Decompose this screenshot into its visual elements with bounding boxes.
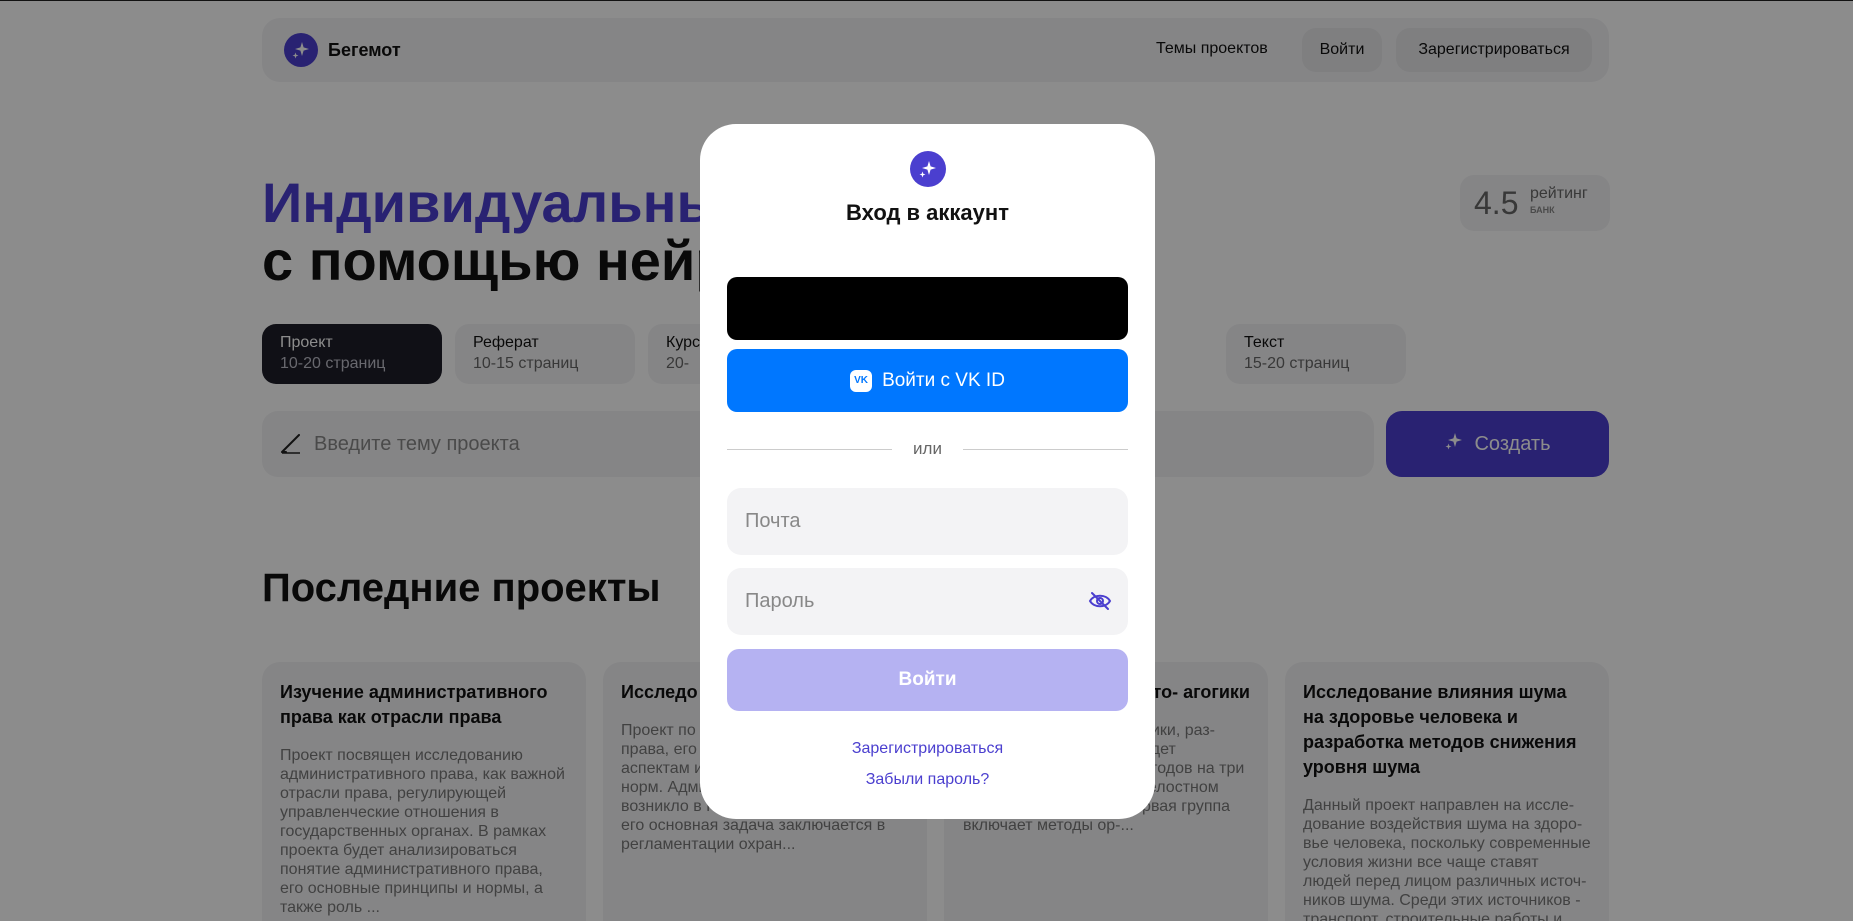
vk-login-label: Войти с VK ID — [882, 369, 1005, 391]
email-field[interactable]: Почта — [727, 488, 1128, 555]
login-submit-button[interactable]: Войти — [727, 649, 1128, 711]
divider-line-right — [963, 449, 1128, 450]
login-modal: Вход в аккаунт VK Войти с VK ID или Почт… — [700, 124, 1155, 819]
forgot-password-link[interactable]: Забыли пароль? — [700, 771, 1155, 789]
register-link[interactable]: Зарегистрироваться — [700, 740, 1155, 758]
vk-icon: VK — [850, 369, 873, 392]
redacted-login-button[interactable] — [727, 277, 1128, 340]
modal-title: Вход в аккаунт — [846, 200, 1009, 225]
password-placeholder: Пароль — [745, 590, 815, 612]
or-divider: или — [727, 439, 1128, 459]
modal-logo-sparkle-icon — [910, 151, 946, 187]
password-field[interactable]: Пароль — [727, 568, 1128, 635]
vk-id-login-button[interactable]: VK Войти с VK ID — [727, 349, 1128, 412]
email-placeholder: Почта — [745, 510, 801, 532]
eye-off-icon[interactable] — [1088, 591, 1112, 617]
